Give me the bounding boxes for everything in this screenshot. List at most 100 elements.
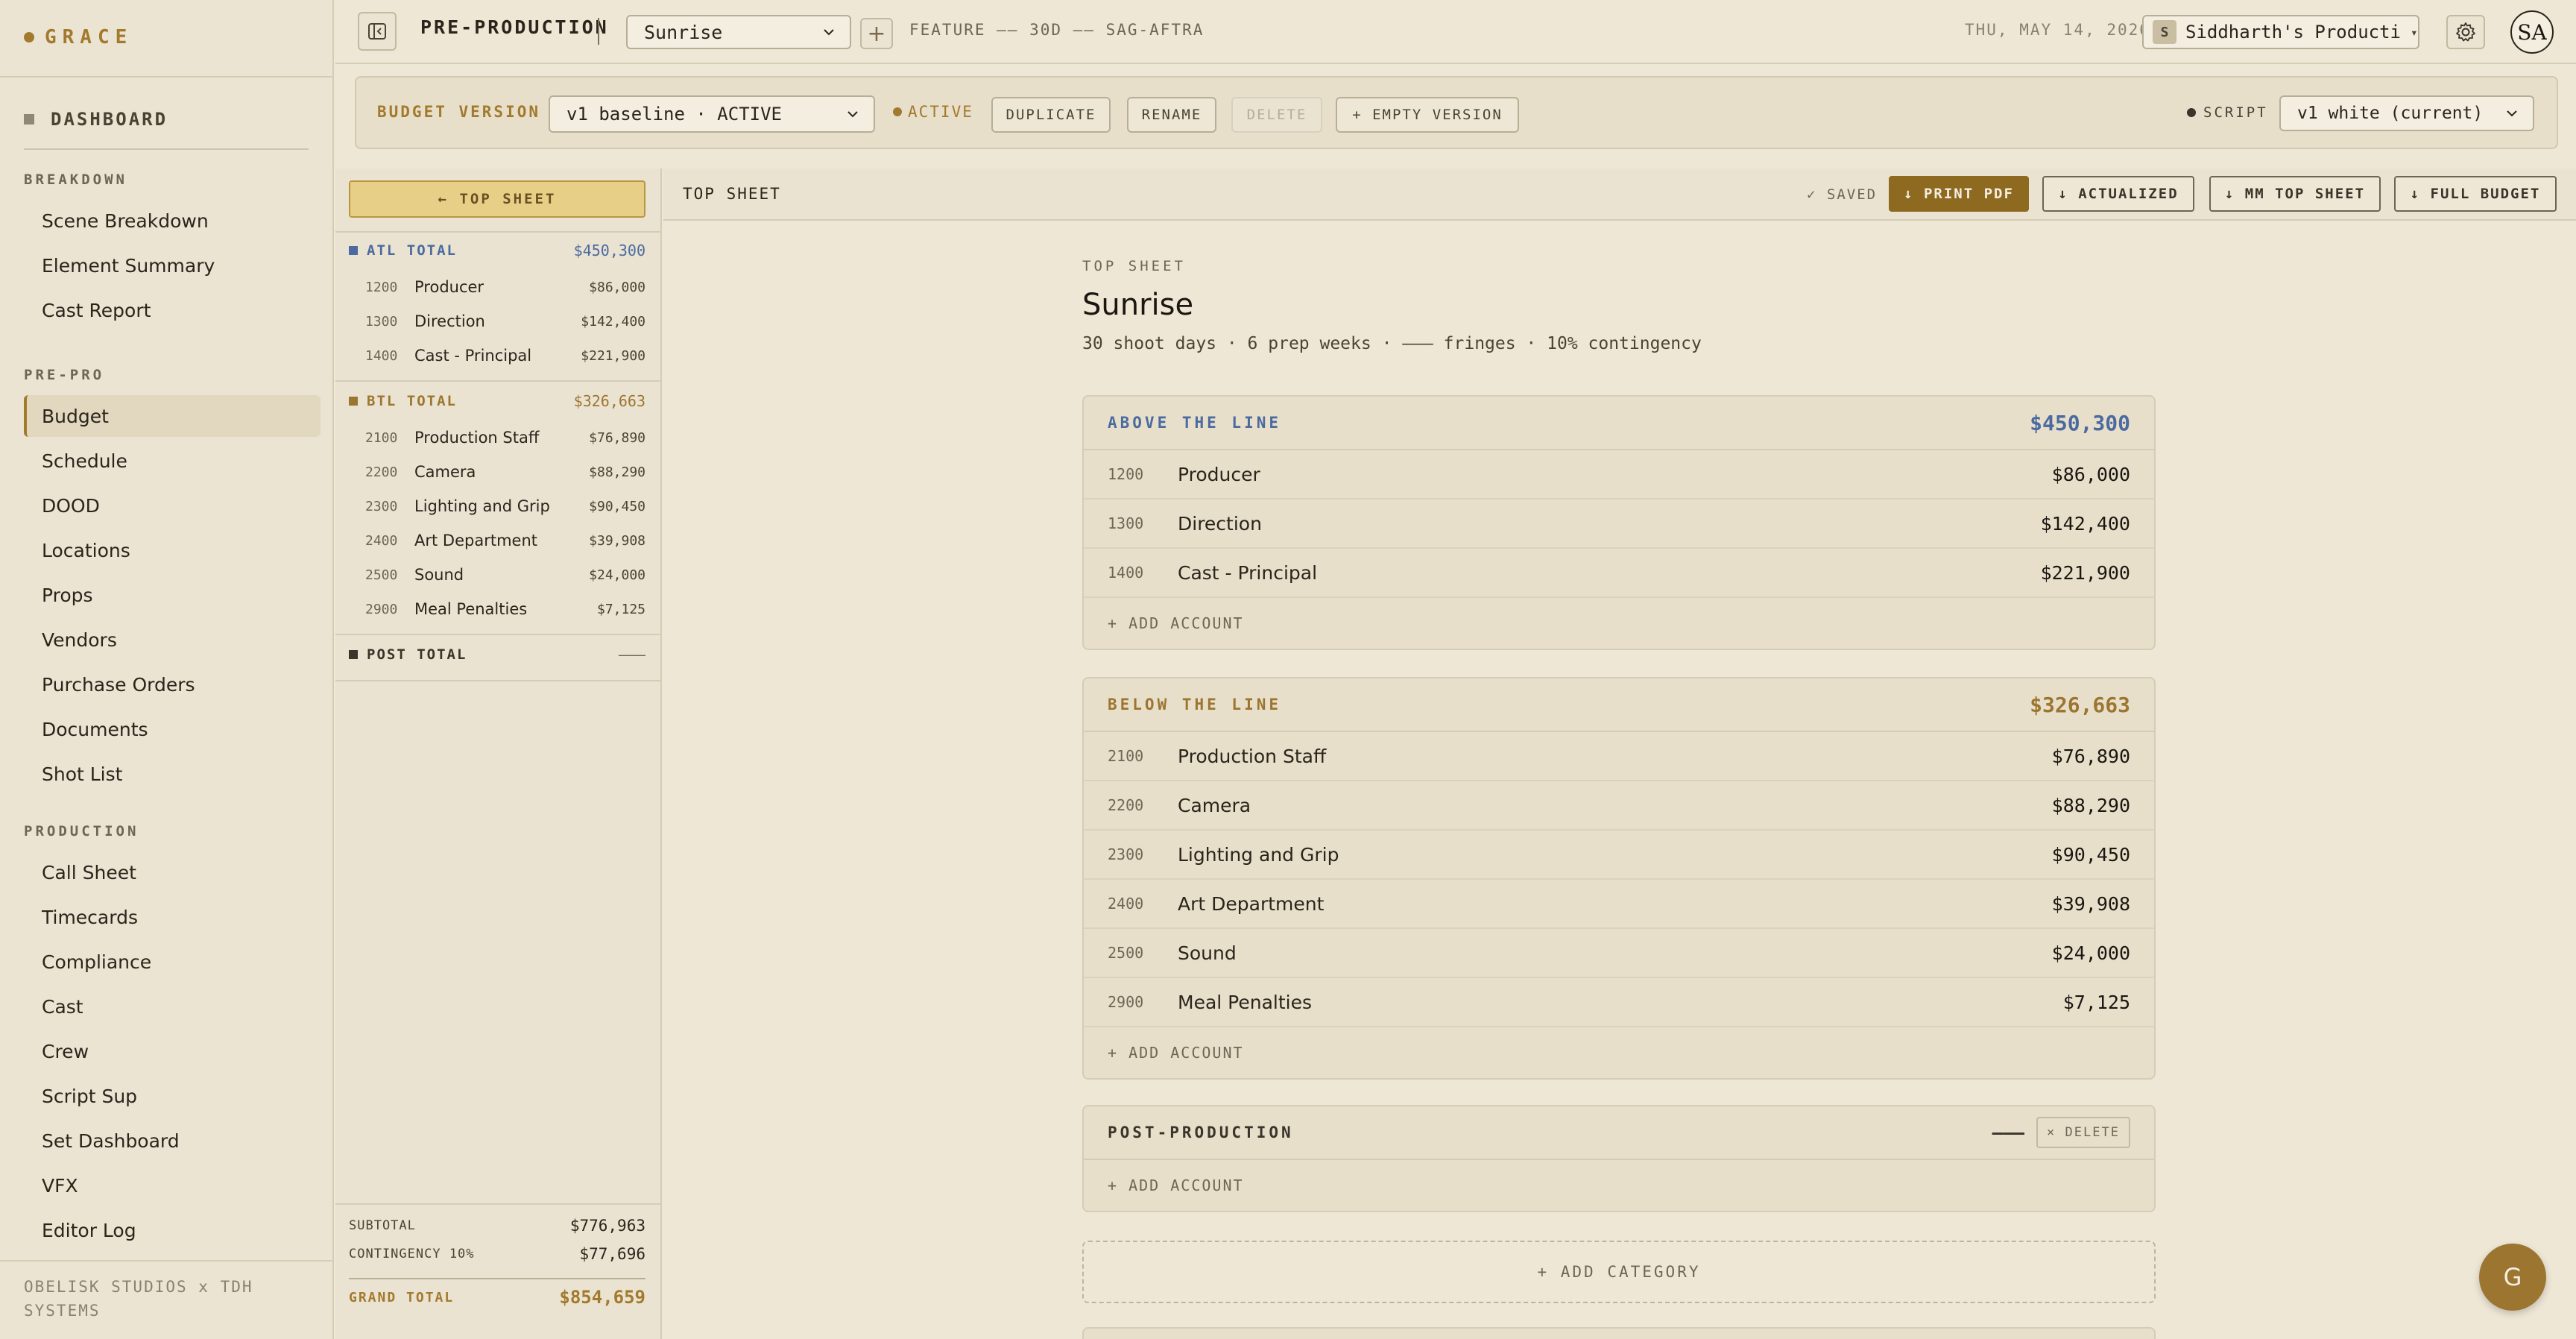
panel-divider <box>335 634 660 635</box>
table-row[interactable]: 2100 Production Staff $76,890 <box>1084 732 2154 781</box>
assistant-fab-button[interactable]: G <box>2479 1244 2546 1311</box>
sidebar-toggle-button[interactable] <box>358 12 397 51</box>
brand-dot-icon <box>24 32 34 42</box>
sidebar-dashboard[interactable]: DASHBOARD <box>24 104 168 134</box>
account-row[interactable]: 2900 Meal Penalties $7,125 <box>349 592 645 626</box>
sidebar-item-locations[interactable]: Locations <box>24 529 321 571</box>
title-separator <box>598 18 599 45</box>
table-row[interactable]: 1200 Producer $86,000 <box>1084 450 2154 500</box>
sidebar-footer: OBELISK STUDIOS x TDH SYSTEMS <box>24 1278 253 1320</box>
account-row[interactable]: 2400 Art Department $39,908 <box>349 523 645 558</box>
account-row[interactable]: 2500 Sound $24,000 <box>349 558 645 592</box>
sidebar-item-scene-breakdown[interactable]: Scene Breakdown <box>24 200 321 242</box>
sidebar-item-schedule[interactable]: Schedule <box>24 440 321 482</box>
sidebar-item-props[interactable]: Props <box>24 574 321 616</box>
project-select-value: Sunrise <box>644 21 723 43</box>
post-card-title: POST-PRODUCTION <box>1108 1124 1294 1141</box>
version-status-text: ACTIVE <box>908 103 973 121</box>
account-row[interactable]: 1200 Producer $86,000 <box>349 270 645 304</box>
sidebar-item-vfx[interactable]: VFX <box>24 1165 321 1206</box>
account-row[interactable]: 2300 Lighting and Grip $90,450 <box>349 489 645 523</box>
account-code: 2300 <box>365 498 398 514</box>
account-row[interactable]: 2100 Production Staff $76,890 <box>349 420 645 455</box>
sidebar-item-purchase-orders[interactable]: Purchase Orders <box>24 664 321 705</box>
post-total-value: ——— <box>618 646 645 664</box>
table-row[interactable]: 2500 Sound $24,000 <box>1084 929 2154 978</box>
sidebar-section-title: PRE-PRO <box>24 367 105 383</box>
sidebar-item-vendors[interactable]: Vendors <box>24 619 321 661</box>
account-amount: $142,400 <box>581 313 645 330</box>
page-section-title: PRE-PRODUCTION <box>420 16 609 38</box>
account-name: Direction <box>414 312 485 330</box>
dashboard-square-icon <box>24 114 34 125</box>
sidebar-item-budget[interactable]: Budget <box>24 395 321 437</box>
account-name: Camera <box>1178 794 1251 816</box>
sidebar-item-crew[interactable]: Crew <box>24 1030 321 1072</box>
account-amount: $86,000 <box>2051 463 2130 485</box>
account-amount: $24,000 <box>589 567 645 583</box>
post-add-account-button[interactable]: + ADD ACCOUNT <box>1084 1160 2154 1211</box>
account-name: Producer <box>1178 463 1260 485</box>
delete-version-button[interactable]: DELETE <box>1231 97 1322 133</box>
table-row[interactable]: 2400 Art Department $39,908 <box>1084 880 2154 929</box>
add-project-button[interactable]: + <box>860 18 893 49</box>
account-name: Meal Penalties <box>1178 991 1312 1013</box>
atl-card-title: ABOVE THE LINE <box>1108 414 1282 432</box>
sidebar-item-shot-list[interactable]: Shot List <box>24 753 321 795</box>
account-code: 2900 <box>1108 993 1144 1011</box>
atl-total-row[interactable]: ATL TOTAL $450,300 <box>349 236 645 265</box>
below-the-line-card: BELOW THE LINE $326,663 2100 Production S… <box>1082 677 2156 1080</box>
account-name: Production Staff <box>1178 745 1327 767</box>
sidebar-item-cast-report[interactable]: Cast Report <box>24 289 321 331</box>
rename-button[interactable]: RENAME <box>1127 97 1216 133</box>
contingency-value: $77,696 <box>579 1245 645 1263</box>
sidebar-item-cast[interactable]: Cast <box>24 986 321 1027</box>
account-code: 2500 <box>1108 944 1144 962</box>
full-budget-button[interactable]: ↓ FULL BUDGET <box>2394 176 2557 212</box>
delete-category-button[interactable]: × DELETE <box>2036 1117 2130 1148</box>
production-select[interactable]: S Siddharth's Production ▾ <box>2142 15 2419 49</box>
user-avatar[interactable]: SA <box>2510 10 2554 54</box>
post-card-header: POST-PRODUCTION ——— × DELETE <box>1084 1106 2154 1160</box>
sidebar-item-call-sheet[interactable]: Call Sheet <box>24 851 321 893</box>
sidebar-item-timecards[interactable]: Timecards <box>24 896 321 938</box>
table-row[interactable]: 2200 Camera $88,290 <box>1084 781 2154 831</box>
sidebar-item-compliance[interactable]: Compliance <box>24 941 321 983</box>
btl-total-row[interactable]: BTL TOTAL $326,663 <box>349 386 645 416</box>
project-select[interactable]: Sunrise <box>626 15 851 49</box>
top-sheet-button[interactable]: ← TOP SHEET <box>349 180 645 218</box>
post-total-row[interactable]: POST TOTAL ——— <box>349 640 645 670</box>
atl-add-account-button[interactable]: + ADD ACCOUNT <box>1084 598 2154 649</box>
table-row[interactable]: 1400 Cast - Principal $221,900 <box>1084 549 2154 598</box>
sidebar-item-documents[interactable]: Documents <box>24 708 321 750</box>
add-category-button[interactable]: + ADD CATEGORY <box>1082 1241 2156 1303</box>
brand[interactable]: GRACE <box>24 22 133 52</box>
sidebar-item-dood[interactable]: DOOD <box>24 485 321 526</box>
script-select[interactable]: v1 white (current) <box>2279 95 2534 131</box>
sidebar-item-editor-log[interactable]: Editor Log <box>24 1209 321 1251</box>
post-production-card: POST-PRODUCTION ——— × DELETE + ADD ACCOU… <box>1082 1105 2156 1212</box>
mm-top-sheet-button[interactable]: ↓ MM TOP SHEET <box>2209 176 2381 212</box>
sidebar-item-script-sup[interactable]: Script Sup <box>24 1075 321 1117</box>
btl-add-account-button[interactable]: + ADD ACCOUNT <box>1084 1027 2154 1078</box>
account-row[interactable]: 1300 Direction $142,400 <box>349 304 645 338</box>
empty-version-button[interactable]: + EMPTY VERSION <box>1336 97 1519 133</box>
budget-version-select[interactable]: v1 baseline · ACTIVE <box>549 95 875 133</box>
actualized-button[interactable]: ↓ ACTUALIZED <box>2042 176 2194 212</box>
sidebar-item-element-summary[interactable]: Element Summary <box>24 245 321 286</box>
account-name: Direction <box>1178 512 1262 535</box>
script-label: SCRIPT <box>2203 104 2268 121</box>
table-row[interactable]: 2300 Lighting and Grip $90,450 <box>1084 831 2154 880</box>
account-row[interactable]: 2200 Camera $88,290 <box>349 455 645 489</box>
table-row[interactable]: 2900 Meal Penalties $7,125 <box>1084 978 2154 1027</box>
print-pdf-button[interactable]: ↓ PRINT PDF <box>1889 176 2029 212</box>
sidebar-item-set-dashboard[interactable]: Set Dashboard <box>24 1120 321 1162</box>
contingency-row: CONTINGENCY 10% $77,696 <box>349 1245 645 1263</box>
table-row[interactable]: 1300 Direction $142,400 <box>1084 500 2154 549</box>
script-dot-icon <box>2187 108 2196 117</box>
account-row[interactable]: 1400 Cast - Principal $221,900 <box>349 338 645 373</box>
duplicate-button[interactable]: DUPLICATE <box>991 97 1111 133</box>
settings-button[interactable] <box>2446 15 2485 49</box>
project-meta: FEATURE —— 30D —— SAG-AFTRA <box>909 21 1205 39</box>
main-header: TOP SHEET ✓ SAVED ↓ PRINT PDF ↓ ACTUALIZ… <box>663 168 2576 221</box>
